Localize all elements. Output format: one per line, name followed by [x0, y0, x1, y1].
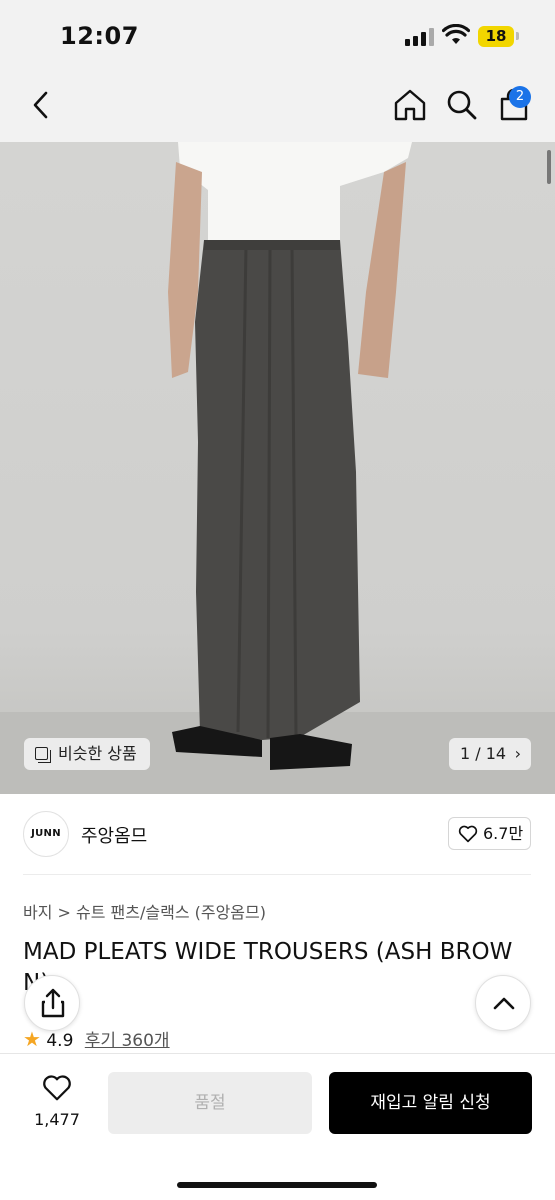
page-scrollbar[interactable]	[547, 150, 551, 184]
search-icon[interactable]	[444, 87, 480, 123]
product-image[interactable]	[0, 142, 555, 794]
image-counter: 1 / 14	[460, 744, 507, 763]
review-count-link[interactable]: 후기 360개	[85, 1031, 170, 1051]
wishlist-button[interactable]: 1,477	[28, 1074, 86, 1129]
product-title: MAD PLEATS WIDE TROUSERS (ASH BROW N)	[23, 937, 535, 993]
product-title-line1: MAD PLEATS WIDE TROUSERS (ASH BROW	[23, 939, 513, 965]
rating-score: 4.9	[46, 1031, 74, 1051]
similar-products-label: 비슷한 상품	[58, 744, 137, 763]
heart-icon	[43, 1075, 71, 1101]
status-time: 12:07	[60, 22, 139, 50]
brand-like-count: 6.7만	[483, 824, 524, 843]
top-nav	[0, 70, 555, 142]
soldout-button[interactable]: 품절	[108, 1072, 312, 1134]
cart-count-badge: 2	[509, 86, 531, 108]
battery-tip	[516, 32, 519, 40]
share-icon	[41, 988, 65, 1018]
product-title-line2: N)	[23, 968, 535, 993]
restock-alert-button[interactable]: 재입고 알림 신청	[329, 1072, 532, 1134]
similar-products-button[interactable]: 비슷한 상품	[24, 738, 150, 770]
scroll-to-top-button[interactable]	[475, 975, 531, 1031]
product-photo	[0, 142, 555, 794]
home-indicator	[177, 1182, 377, 1188]
wifi-icon	[442, 24, 470, 44]
battery-indicator: 18	[478, 26, 514, 47]
home-icon[interactable]	[392, 87, 428, 123]
brand-logo[interactable]: JUNN	[23, 811, 69, 857]
back-icon[interactable]	[24, 87, 60, 123]
heart-icon	[458, 825, 478, 843]
chevron-right-icon: ›	[514, 744, 521, 763]
breadcrumb[interactable]: 바지 > 슈트 팬츠/슬랙스 (주앙옴므)	[23, 899, 266, 923]
signal-icon	[405, 28, 435, 46]
divider	[23, 874, 531, 875]
brand-name[interactable]: 주앙옴므	[81, 822, 147, 848]
image-counter-button[interactable]: 1 / 14 ›	[449, 738, 531, 770]
brand-like-button[interactable]: 6.7만	[448, 817, 531, 850]
chevron-up-icon	[493, 997, 515, 1010]
share-button[interactable]	[24, 975, 80, 1031]
status-bar: 12:07 18	[0, 0, 555, 70]
wishlist-count: 1,477	[34, 1110, 80, 1129]
